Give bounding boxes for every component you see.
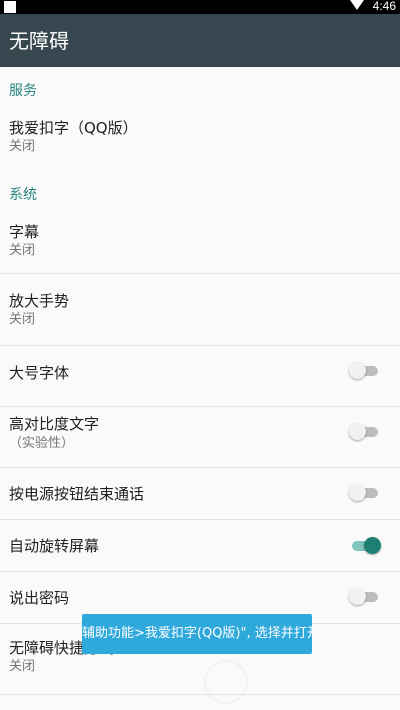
setting-power-ends-call[interactable]: 按电源按钮结束通话 xyxy=(0,468,400,519)
setting-large-text[interactable]: 大号字体 xyxy=(0,346,400,406)
speak-passwords-switch[interactable] xyxy=(349,587,379,607)
setting-title: 高对比度文字 xyxy=(9,415,100,433)
watermark-icon xyxy=(204,660,248,704)
setting-auto-rotate[interactable]: 自动旋转屏幕 xyxy=(0,520,400,571)
section-header-system: 系统 xyxy=(9,187,37,203)
page-title: 无障碍 xyxy=(9,29,69,53)
notification-icon xyxy=(4,1,16,13)
setting-title: 说出密码 xyxy=(9,589,70,607)
auto-rotate-switch[interactable] xyxy=(349,536,381,556)
toast-message: 辅助功能>我爱扣字(QQ版)", 选择并打开! xyxy=(82,614,312,654)
setting-summary: 关闭 xyxy=(9,139,36,154)
wifi-icon xyxy=(350,0,364,10)
setting-summary: 关闭 xyxy=(9,659,36,674)
setting-summary: （实验性） xyxy=(9,436,75,451)
high-contrast-switch[interactable] xyxy=(349,422,379,442)
section-header-services: 服务 xyxy=(9,83,37,99)
setting-title: 放大手势 xyxy=(9,292,70,310)
setting-magnification[interactable]: 放大手势 关闭 xyxy=(0,274,400,345)
setting-woaikouzi[interactable]: 我爱扣字（QQ版） 关闭 xyxy=(0,111,400,165)
setting-title: 我爱扣字（QQ版） xyxy=(9,119,138,137)
app-bar: 无障碍 xyxy=(0,14,400,67)
setting-summary: 关闭 xyxy=(9,243,36,258)
setting-captions[interactable]: 字幕 关闭 xyxy=(0,215,400,271)
watermark-logo xyxy=(196,654,396,710)
status-time: 4:46 xyxy=(372,0,396,13)
setting-title: 大号字体 xyxy=(9,364,70,382)
setting-title: 字幕 xyxy=(9,223,40,241)
large-text-switch[interactable] xyxy=(349,361,379,381)
status-bar: 4:46 xyxy=(0,0,400,14)
setting-summary: 关闭 xyxy=(9,312,36,327)
power-ends-call-switch[interactable] xyxy=(349,483,379,503)
setting-high-contrast[interactable]: 高对比度文字 （实验性） xyxy=(0,407,400,467)
setting-title: 自动旋转屏幕 xyxy=(9,537,100,555)
setting-title: 按电源按钮结束通话 xyxy=(9,485,145,503)
